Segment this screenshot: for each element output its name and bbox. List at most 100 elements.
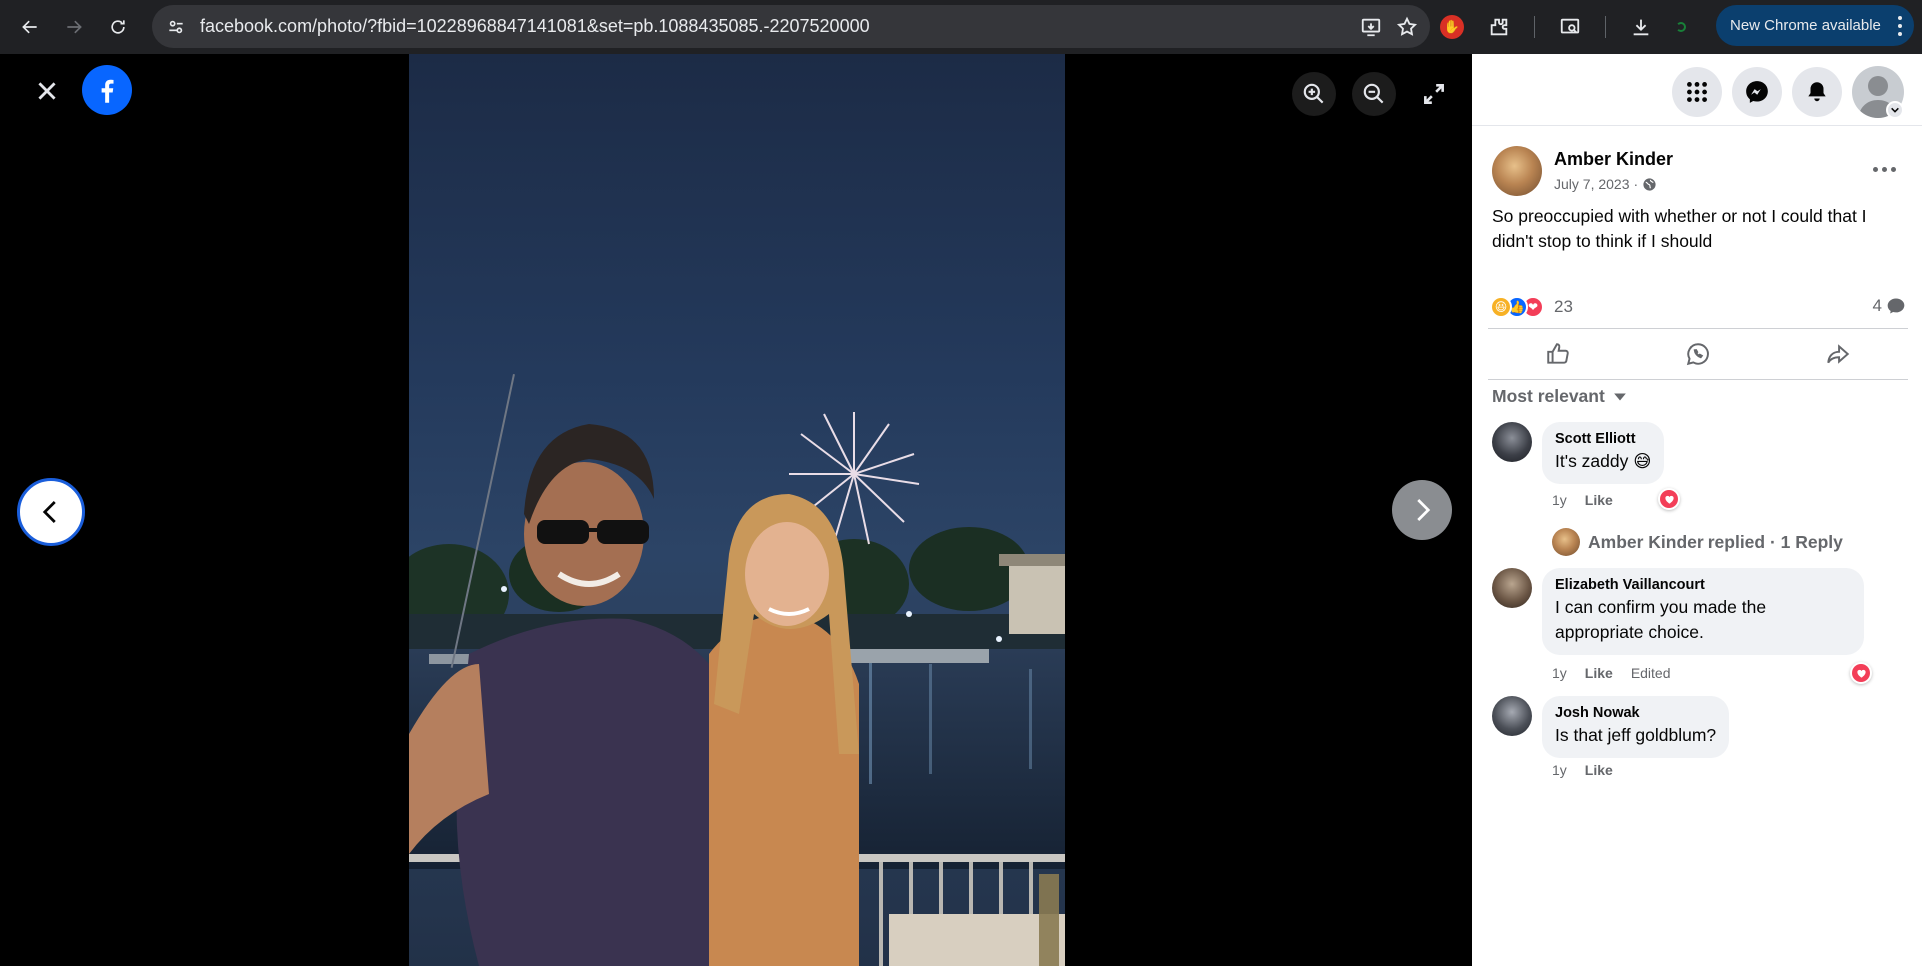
messenger-icon [1746,81,1768,103]
comment-love-reaction[interactable] [1850,662,1872,684]
comments-sort-dropdown[interactable]: Most relevant [1492,386,1627,407]
close-viewer-button[interactable] [30,74,64,108]
comment-love-reaction[interactable] [1658,488,1680,510]
site-info-icon[interactable] [156,7,196,47]
post-options-icon[interactable] [1864,154,1904,184]
facebook-logo[interactable] [82,65,132,115]
post-date[interactable]: July 7, 2023 [1554,176,1630,192]
account-menu-chevron-icon[interactable] [1886,101,1904,119]
comment-like-button[interactable]: Like [1585,665,1613,681]
back-button[interactable] [8,5,52,49]
comment-item: Elizabeth Vaillancourt I can confirm you… [1492,568,1864,655]
comment-time[interactable]: 1y [1552,762,1567,778]
comment-count-value: 4 [1872,296,1882,315]
globe-icon [1643,177,1656,191]
heart-icon [1664,495,1674,504]
fullscreen-button[interactable] [1412,72,1456,116]
toolbar-divider [1605,16,1606,38]
arrow-right-icon [67,20,82,34]
forward-button[interactable] [52,5,96,49]
post-side-panel: Amber Kinder July 7, 2023 · So preoccupi… [1472,54,1922,966]
extensions-area: ✋ [1440,0,1686,54]
comment-text: It's zaddy 😅 [1555,451,1652,471]
messenger-button[interactable] [1732,67,1782,117]
next-photo-button[interactable] [1392,480,1452,540]
grid-menu-icon [1687,82,1707,102]
extensions-puzzle-icon[interactable] [1488,16,1510,38]
haha-reaction-icon: 😆 [1490,296,1512,318]
comment-text: Is that jeff goldblum? [1555,725,1717,745]
chrome-menu-icon[interactable] [1898,16,1902,36]
photo-viewer [0,54,1472,966]
close-icon [38,82,56,100]
expand-icon [1424,84,1444,104]
commenter-avatar[interactable] [1492,696,1532,736]
reactions-summary[interactable]: 😆 👍 ❤ 23 4 [1490,292,1906,322]
post-caption: So preoccupied with whether or not I cou… [1492,206,1867,251]
comment-meta: 1y Like [1552,762,1613,778]
new-chrome-available-button[interactable]: New Chrome available [1716,5,1914,46]
extension-hand-icon[interactable]: ✋ [1440,15,1464,39]
comment-item: Josh Nowak Is that jeff goldblum? [1492,696,1730,758]
post-header: Amber Kinder July 7, 2023 · [1492,146,1673,196]
download-icon[interactable] [1630,16,1652,38]
arrow-left-icon [22,20,37,34]
comment-like-button[interactable]: Like [1585,492,1613,508]
reply-summary-text: replied · 1 Reply [1707,531,1843,552]
photo-illustration [409,374,1065,966]
comment-bubble: Scott Elliott It's zaddy 😅 [1542,422,1665,484]
comment-bubble: Josh Nowak Is that jeff goldblum? [1542,696,1730,758]
zoom-in-icon [1303,83,1324,104]
panel-header [1472,54,1922,126]
comment-like-button[interactable]: Like [1585,762,1613,778]
whatsapp-share-icon[interactable] [1685,341,1711,367]
comment-time[interactable]: 1y [1552,492,1567,508]
chevron-left-icon [42,501,56,523]
comment-count[interactable]: 4 [1873,296,1906,316]
zoom-out-icon [1363,83,1384,104]
reply-author-avatar [1552,528,1580,556]
post-actions [1488,328,1908,380]
author-avatar[interactable] [1492,146,1542,196]
profile-status-icon[interactable] [1676,22,1686,32]
reload-icon [111,20,125,34]
commenter-avatar[interactable] [1492,422,1532,462]
new-chrome-label: New Chrome available [1730,17,1881,34]
tab-search-icon[interactable] [1559,16,1581,38]
previous-photo-button[interactable] [17,478,85,546]
caret-down-icon [1613,393,1626,400]
facebook-f-icon [101,79,114,103]
url-text: facebook.com/photo/?fbid=102289688471410… [200,16,870,36]
comment-meta: 1y Like [1552,492,1613,508]
comment-item: Scott Elliott It's zaddy 😅 [1492,422,1665,484]
commenter-avatar[interactable] [1492,568,1532,608]
commenter-name[interactable]: Josh Nowak [1555,705,1716,721]
reload-button[interactable] [96,5,140,49]
zoom-out-button[interactable] [1352,72,1396,116]
commenter-name[interactable]: Elizabeth Vaillancourt [1555,577,1851,593]
comment-edited-label: Edited [1630,665,1671,681]
zoom-in-button[interactable] [1292,72,1336,116]
author-name[interactable]: Amber Kinder [1554,149,1673,170]
share-arrow-icon[interactable] [1825,341,1851,367]
reply-author-name: Amber Kinder [1588,531,1704,552]
browser-toolbar: facebook.com/photo/?fbid=102289688471410… [0,0,1922,54]
install-app-icon[interactable] [1360,16,1382,38]
like-button-icon[interactable] [1545,341,1571,367]
post-photo [409,54,1065,966]
chevron-right-icon [1417,499,1431,521]
comment-meta: 1y Like Edited [1552,665,1671,681]
notifications-button[interactable] [1792,67,1842,117]
comment-time[interactable]: 1y [1552,665,1567,681]
menu-button[interactable] [1672,67,1722,117]
comment-bubble-icon [1887,298,1905,314]
heart-icon [1856,669,1866,678]
comment-text: I can confirm you made the appropriate c… [1555,597,1767,642]
commenter-name[interactable]: Scott Elliott [1555,431,1651,447]
address-bar[interactable]: facebook.com/photo/?fbid=102289688471410… [152,5,1430,48]
date-separator: · [1633,176,1639,192]
reaction-count: 23 [1554,297,1573,316]
toolbar-divider [1534,16,1535,38]
bookmark-star-icon[interactable] [1396,16,1418,38]
view-replies-link[interactable]: Amber Kinder replied · 1 Reply [1552,528,1843,556]
